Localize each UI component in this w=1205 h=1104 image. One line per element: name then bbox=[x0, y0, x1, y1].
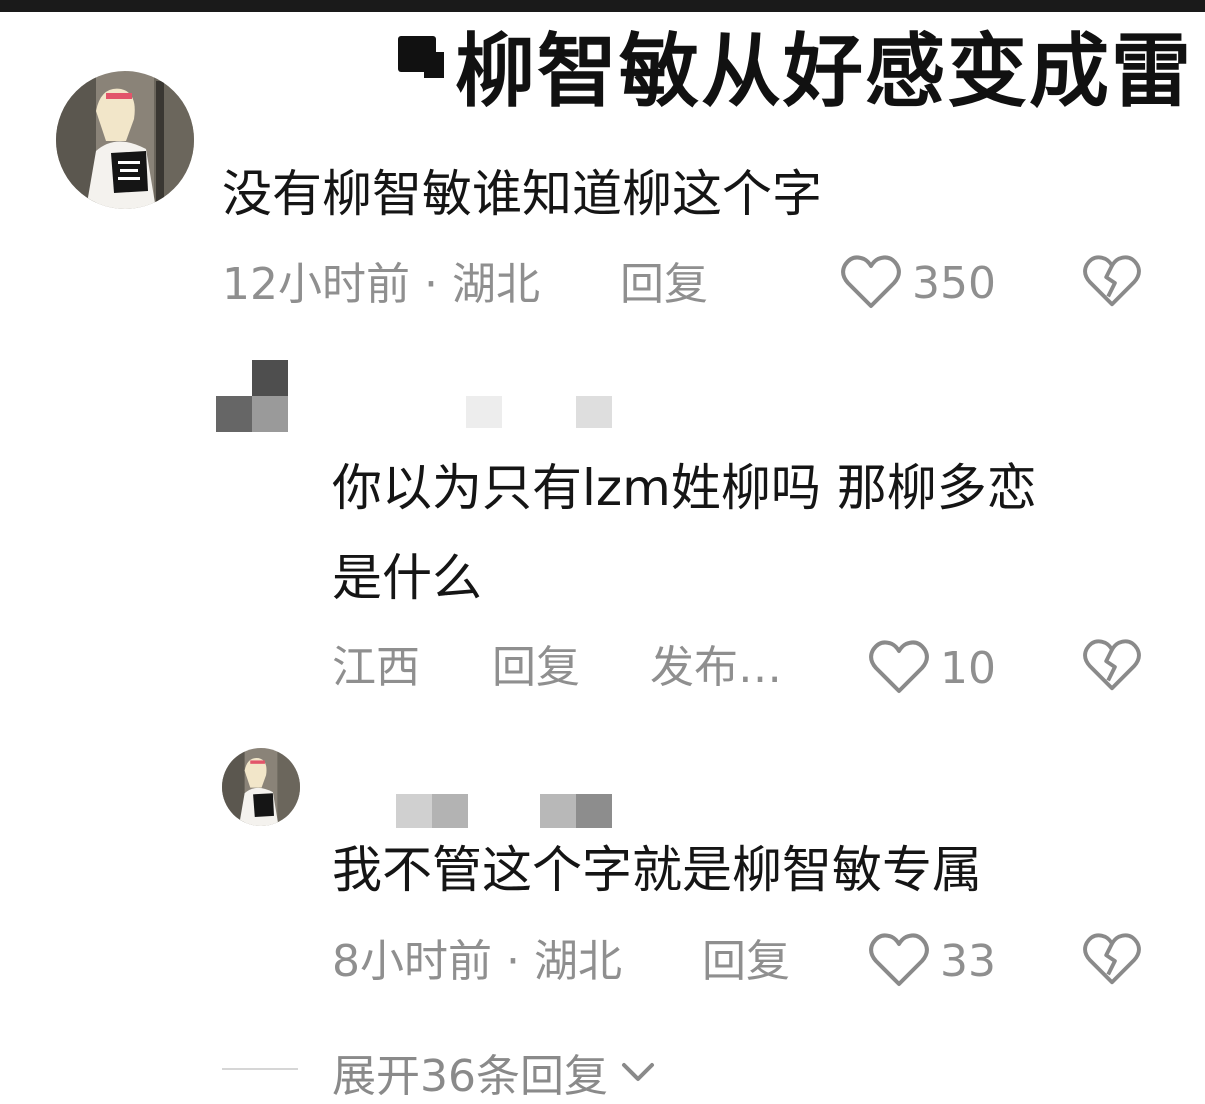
comment-extra-meta: 发布… bbox=[650, 642, 782, 693]
avatar-image bbox=[222, 748, 300, 826]
headline-caption: 柳智敏从好感变成雷 bbox=[455, 25, 1193, 118]
heart-outline-icon bbox=[869, 933, 929, 986]
broken-heart-icon bbox=[1083, 255, 1141, 307]
broken-heart-icon bbox=[1083, 933, 1141, 985]
cropped-glyph-fragment bbox=[424, 52, 444, 78]
comment-meta: 12小时前 · 湖北 bbox=[222, 259, 540, 310]
broken-heart-icon bbox=[1083, 639, 1141, 691]
comment-location: 江西 bbox=[332, 642, 420, 693]
comment-text-line2: 是什么 bbox=[332, 549, 482, 607]
chevron-down-icon bbox=[622, 1063, 654, 1081]
comment-meta: 8小时前 · 湖北 bbox=[332, 936, 622, 987]
avatar[interactable] bbox=[222, 748, 300, 826]
heart-outline-icon bbox=[869, 640, 929, 693]
like-count: 10 bbox=[940, 642, 996, 694]
comment-text-line1: 你以为只有lzm姓柳吗 那柳多恋 bbox=[332, 459, 1037, 517]
reply-button[interactable]: 回复 bbox=[620, 255, 708, 315]
expand-replies-button[interactable]: 展开36条回复 bbox=[332, 1040, 658, 1104]
avatar-image bbox=[56, 71, 194, 209]
avatar[interactable] bbox=[56, 71, 194, 209]
dislike-button[interactable] bbox=[1082, 254, 1142, 314]
like-count: 350 bbox=[912, 257, 996, 309]
reply-button[interactable]: 回复 bbox=[702, 932, 790, 992]
like-count: 33 bbox=[940, 935, 996, 987]
reply-button[interactable]: 回复 bbox=[492, 638, 580, 698]
comment-text: 没有柳智敏谁知道柳这个字 bbox=[222, 165, 822, 223]
like-button[interactable]: 350 bbox=[840, 252, 996, 314]
like-button[interactable]: 10 bbox=[868, 637, 996, 699]
blurred-username bbox=[330, 790, 630, 830]
expand-divider bbox=[222, 1068, 298, 1070]
blurred-username bbox=[216, 360, 616, 432]
heart-outline-icon bbox=[841, 255, 901, 308]
top-border bbox=[0, 0, 1205, 12]
like-button[interactable]: 33 bbox=[868, 930, 996, 992]
dislike-button[interactable] bbox=[1082, 638, 1142, 698]
expand-replies-label: 展开36条回复 bbox=[332, 1051, 608, 1102]
dislike-button[interactable] bbox=[1082, 932, 1142, 992]
comment-text: 我不管这个字就是柳智敏专属 bbox=[332, 841, 982, 899]
